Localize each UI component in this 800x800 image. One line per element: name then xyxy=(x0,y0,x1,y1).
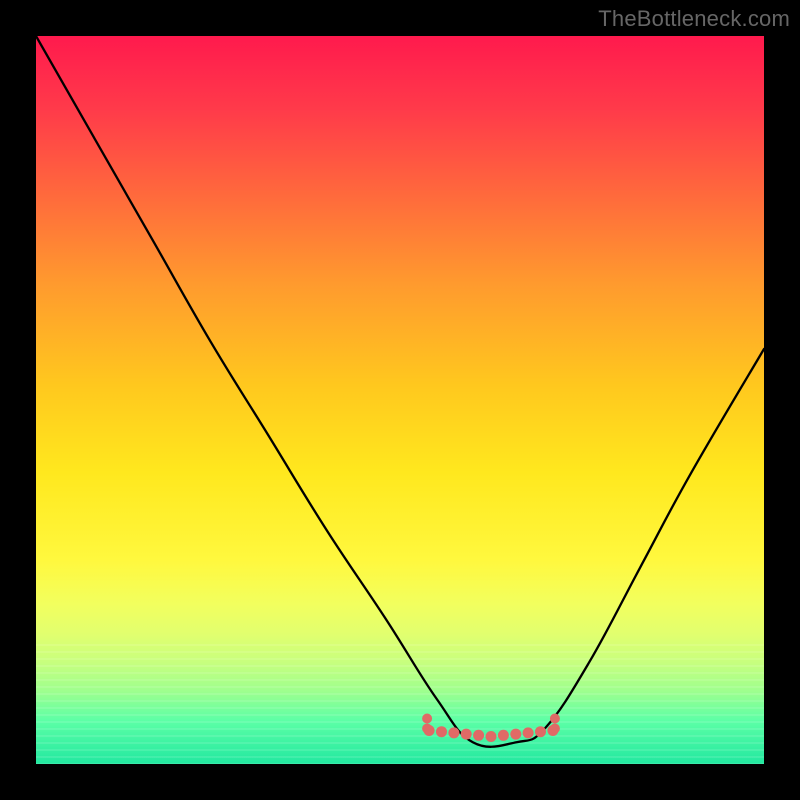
optimal-dot xyxy=(486,731,497,742)
optimal-dot-end xyxy=(422,714,432,724)
optimal-dot xyxy=(535,726,546,737)
chart-container: TheBottleneck.com xyxy=(0,0,800,800)
optimal-dot xyxy=(523,727,534,738)
optimal-range-dots xyxy=(422,714,560,743)
optimal-dot xyxy=(448,727,459,738)
optimal-dot xyxy=(510,729,521,740)
plot-area xyxy=(36,36,764,764)
optimal-dot xyxy=(473,730,484,741)
optimal-dot-end xyxy=(550,724,560,734)
optimal-dot-end xyxy=(422,724,432,734)
bottleneck-curve xyxy=(36,36,764,747)
optimal-dot-end xyxy=(550,714,560,724)
curve-svg xyxy=(36,36,764,764)
optimal-dot xyxy=(436,726,447,737)
optimal-dot xyxy=(461,729,472,740)
watermark-text: TheBottleneck.com xyxy=(598,6,790,32)
optimal-dot xyxy=(498,730,509,741)
